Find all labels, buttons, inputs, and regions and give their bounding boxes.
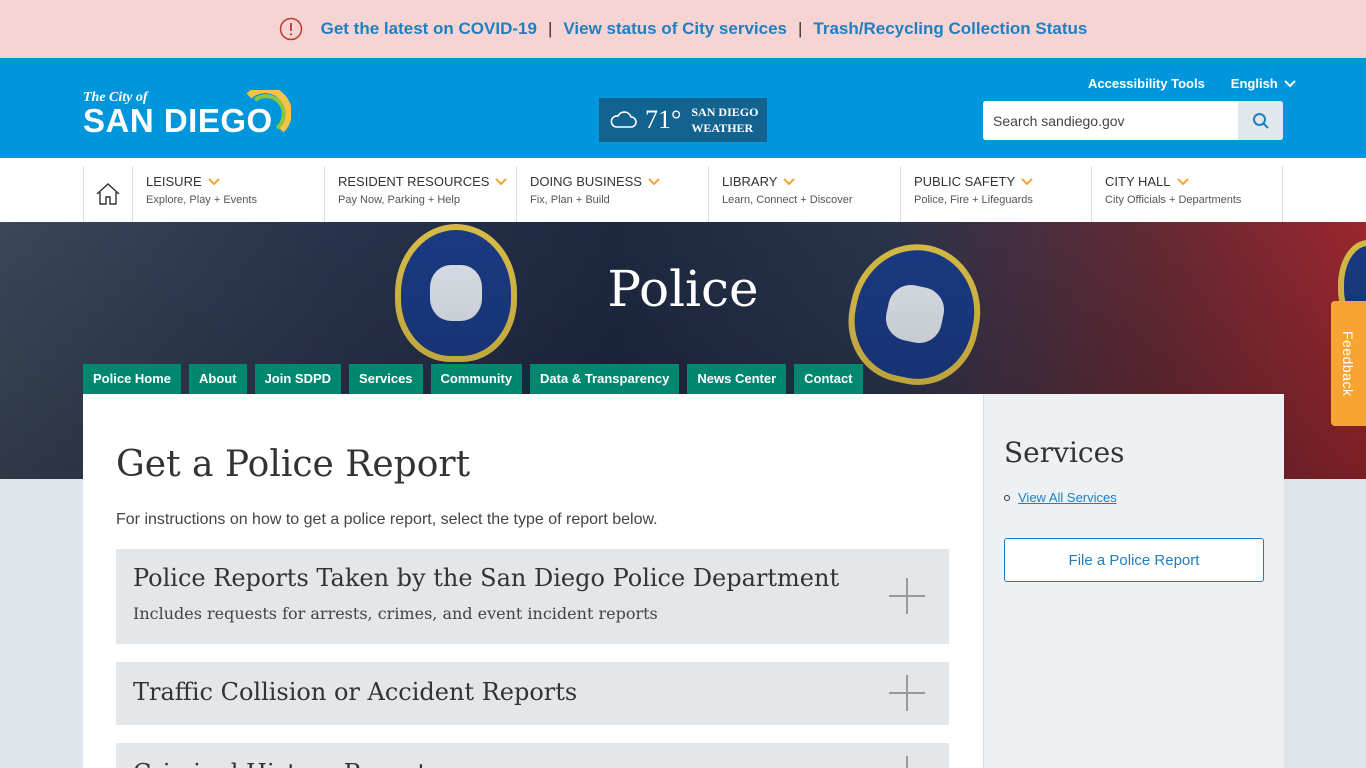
home-link[interactable]	[83, 166, 133, 222]
alert-icon	[279, 17, 302, 41]
city-services-status-link[interactable]: View status of City services	[563, 19, 787, 39]
chevron-down-icon	[1021, 177, 1033, 185]
main-nav: LEISURE Explore, Play + Events RESIDENT …	[0, 158, 1366, 222]
plus-icon	[889, 675, 925, 711]
accordion-title: Traffic Collision or Accident Reports	[133, 678, 578, 706]
plus-icon	[906, 756, 908, 768]
nav-item-title: DOING BUSINESS	[530, 174, 642, 189]
weather-label-line-2: WEATHER	[691, 121, 754, 135]
feedback-label: Feedback	[1340, 331, 1356, 397]
subnav-contact[interactable]: Contact	[794, 364, 863, 394]
accessibility-tools-link[interactable]: Accessibility Tools	[1088, 76, 1205, 91]
sidebar-title: Services	[1004, 436, 1125, 469]
weather-widget[interactable]: 71° SAN DIEGO WEATHER	[599, 98, 767, 142]
chevron-down-icon	[495, 177, 508, 185]
nav-item-subtitle: City Officials + Departments	[1105, 194, 1242, 206]
search-input[interactable]	[983, 101, 1238, 140]
accordion-title: Police Reports Taken by the San Diego Po…	[133, 564, 840, 592]
nav-item-resident-resources[interactable]: RESIDENT RESOURCES Pay Now, Parking + He…	[325, 166, 517, 222]
language-selector[interactable]: English	[1231, 76, 1297, 91]
covid-link[interactable]: Get the latest on COVID-19	[321, 19, 537, 39]
subnav-community[interactable]: Community	[430, 364, 523, 394]
accordion-subtitle: Includes requests for arrests, crimes, a…	[133, 604, 658, 623]
separator: |	[797, 19, 803, 38]
nav-item-leisure[interactable]: LEISURE Explore, Play + Events	[133, 166, 325, 222]
main-content: Get a Police Report For instructions on …	[83, 394, 983, 768]
nav-item-title: LEISURE	[146, 174, 202, 189]
bullet-icon	[1004, 494, 1010, 501]
weather-label: SAN DIEGO WEATHER	[691, 104, 758, 136]
subnav-police-home[interactable]: Police Home	[83, 364, 182, 394]
nav-item-title: LIBRARY	[722, 174, 778, 189]
utility-links: Accessibility Tools English	[1088, 76, 1297, 91]
search-button[interactable]	[1238, 101, 1283, 140]
city-logo[interactable]: The City of SAN DIEGO	[83, 90, 293, 140]
chevron-down-icon	[783, 177, 796, 185]
weather-label-line-1: SAN DIEGO	[691, 105, 759, 119]
home-icon	[96, 183, 120, 205]
subnav-services[interactable]: Services	[349, 364, 423, 394]
list-item: View All Services	[1004, 490, 1117, 505]
subnav-data-transparency[interactable]: Data & Transparency	[530, 364, 680, 394]
page-section-title: Police	[607, 260, 759, 318]
nav-item-public-safety[interactable]: PUBLIC SAFETY Police, Fire + Lifeguards	[901, 166, 1092, 222]
language-label: English	[1230, 76, 1278, 91]
nav-item-title: RESIDENT RESOURCES	[338, 174, 490, 189]
nav-item-title: CITY HALL	[1105, 174, 1171, 189]
nav-item-subtitle: Learn, Connect + Discover	[722, 194, 853, 206]
plus-icon	[889, 578, 925, 614]
chevron-down-icon	[648, 177, 660, 185]
chevron-down-icon	[1176, 177, 1189, 185]
search-bar	[983, 101, 1283, 140]
nav-item-subtitle: Pay Now, Parking + Help	[338, 194, 460, 206]
nav-item-subtitle: Fix, Plan + Build	[530, 194, 610, 206]
chevron-down-icon	[1284, 79, 1296, 87]
weather-temperature: 71°	[645, 105, 682, 134]
intro-text: For instructions on how to get a police …	[116, 511, 658, 528]
nav-item-doing-business[interactable]: DOING BUSINESS Fix, Plan + Build	[517, 166, 709, 222]
subnav-join-sdpd[interactable]: Join SDPD	[254, 364, 342, 394]
trash-recycling-status-link[interactable]: Trash/Recycling Collection Status	[813, 19, 1087, 39]
file-police-report-button[interactable]: File a Police Report	[1004, 538, 1264, 582]
subnav-news-center[interactable]: News Center	[687, 364, 787, 394]
nav-item-city-hall[interactable]: CITY HALL City Officials + Departments	[1092, 166, 1283, 222]
page-title: Get a Police Report	[116, 444, 471, 485]
chevron-down-icon	[207, 177, 220, 185]
subnav-about[interactable]: About	[189, 364, 247, 394]
alert-bar: Get the latest on COVID-19 | View status…	[0, 0, 1366, 58]
accordion-criminal-history[interactable]: Criminal History Reports	[116, 743, 949, 768]
accordion-police-reports[interactable]: Police Reports Taken by the San Diego Po…	[116, 549, 949, 644]
feedback-tab[interactable]: Feedback	[1331, 301, 1366, 426]
police-subnav: Police Home About Join SDPD Services Com…	[83, 364, 871, 394]
search-icon	[1252, 112, 1269, 129]
cloud-icon	[610, 111, 637, 128]
accordion-traffic-collision[interactable]: Traffic Collision or Accident Reports	[116, 662, 949, 725]
site-header: The City of SAN DIEGO 71° SAN DIEGO WEAT…	[0, 58, 1366, 158]
logo-sun-icon	[246, 90, 291, 133]
view-all-services-link[interactable]: View All Services	[1018, 490, 1117, 505]
separator: |	[547, 19, 553, 38]
accordion-title: Criminal History Reports	[133, 759, 439, 768]
nav-item-subtitle: Explore, Play + Events	[146, 194, 257, 206]
services-sidebar: Services View All Services File a Police…	[983, 394, 1284, 768]
nav-item-subtitle: Police, Fire + Lifeguards	[914, 194, 1033, 206]
nav-item-library[interactable]: LIBRARY Learn, Connect + Discover	[709, 166, 901, 222]
nav-item-title: PUBLIC SAFETY	[914, 174, 1016, 189]
